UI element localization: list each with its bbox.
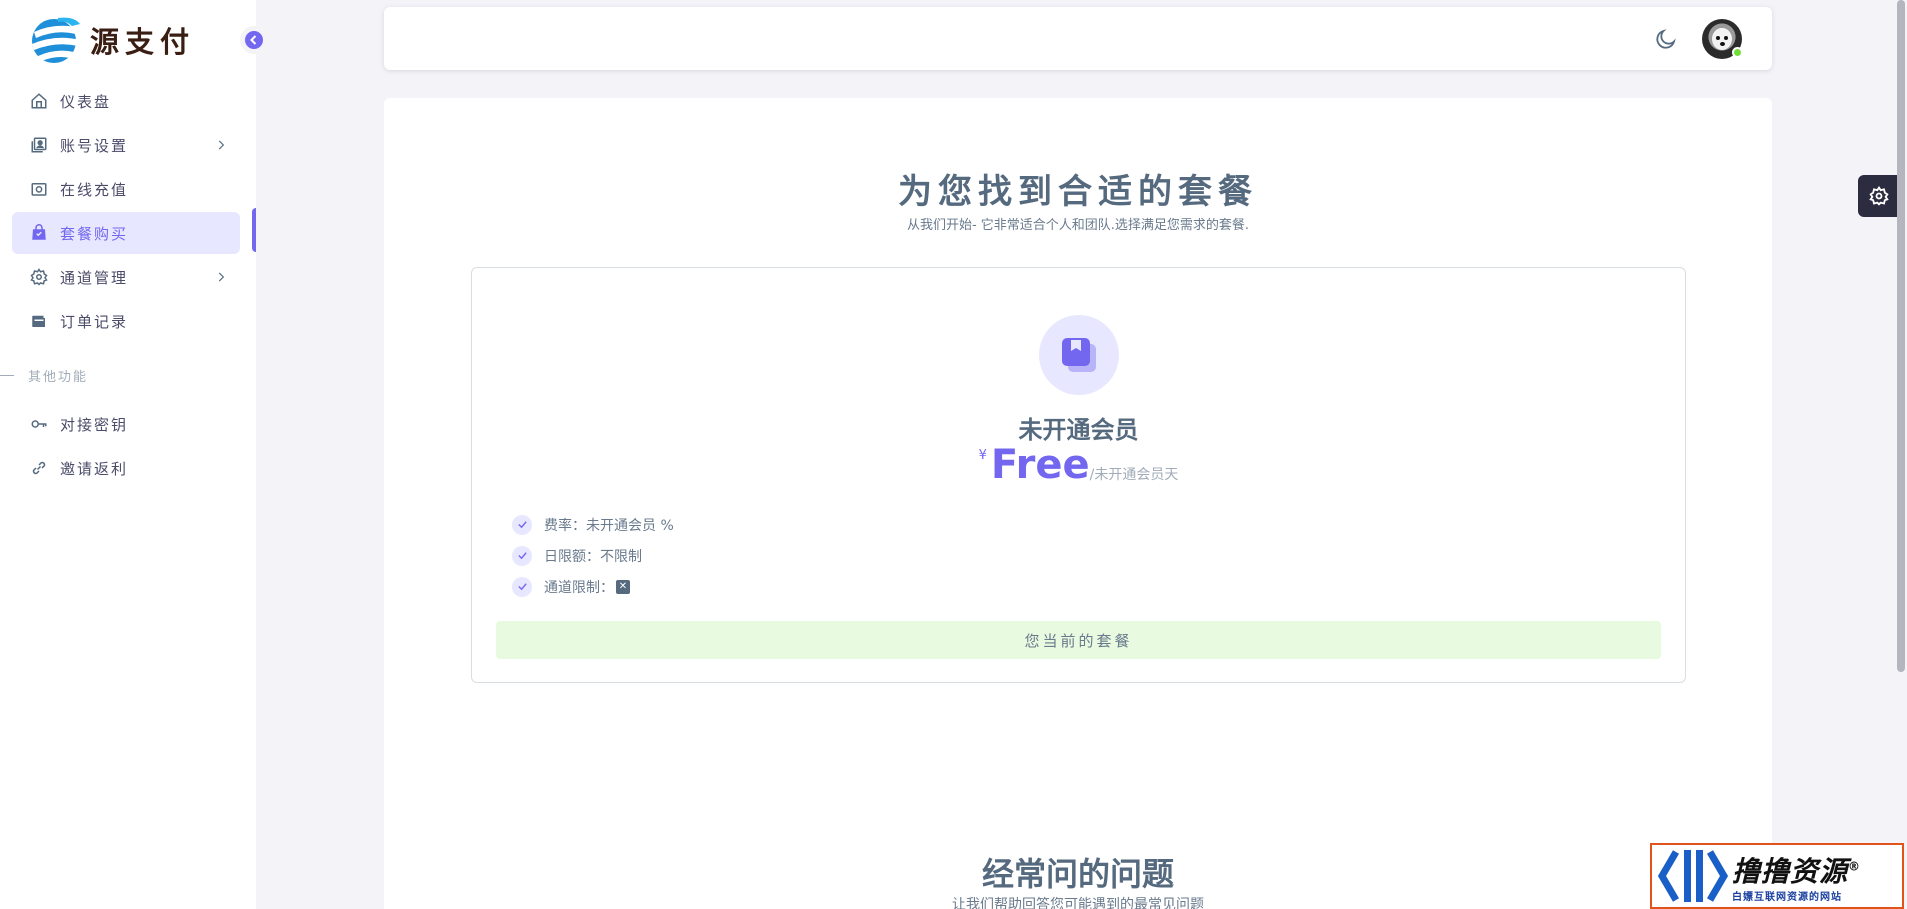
watermark-logo-icon [1657, 850, 1729, 902]
sidebar-collapse-button[interactable] [240, 26, 268, 54]
feature-item: 通道限制： ✕ [512, 571, 674, 602]
chevron-right-icon [218, 140, 225, 150]
avatar-nose [1720, 42, 1725, 46]
plan-icon-circle [1039, 315, 1119, 395]
page-scrollbar[interactable] [1897, 0, 1905, 672]
faq-title: 经常问的问题 [981, 855, 1174, 893]
plan-card: 未开通会员 ¥ Free /未开通会员天 费率： 未开通会员 % 日限额： 不限… [471, 267, 1686, 683]
feature-label: 费率： [544, 517, 586, 534]
currency-symbol: ¥ [978, 448, 987, 463]
sidebar-item-label: 账号设置 [60, 136, 129, 155]
sidebar: 源支付 仪表盘 账号设置 在线充值 套餐购买 通道管理 订单记录 其他功能 对接… [0, 0, 256, 909]
sidebar-menu-other: 对接密钥 邀请返利 [12, 403, 240, 491]
pricing-card: 为您找到合适的套餐 从我们开始- 它非常适合个人和团队.选择满足您需求的套餐. … [384, 98, 1772, 909]
feature-value: 不限制 [600, 548, 642, 565]
gear-icon [30, 268, 48, 286]
plan-price: ¥ Free /未开通会员天 [472, 440, 1685, 490]
avatar-face [1712, 28, 1732, 50]
plan-features: 费率： 未开通会员 % 日限额： 不限制 通道限制： ✕ [512, 509, 674, 602]
feature-label: 通道限制： [544, 579, 614, 596]
brand-name: 源支付 [90, 25, 196, 59]
chevron-right-icon [218, 272, 225, 282]
watermark-subtitle: 白嫖互联网资源的网站 [1732, 891, 1842, 903]
avatar-eye [1716, 36, 1720, 40]
check-icon [512, 545, 532, 566]
sidebar-item-channel-management[interactable]: 通道管理 [12, 256, 240, 298]
feature-value: 未开通会员 % [586, 517, 674, 534]
sidebar-item-label: 仪表盘 [60, 92, 112, 111]
brand-logo[interactable]: 源支付 [28, 14, 195, 66]
link-icon [30, 459, 48, 477]
page-subtitle: 从我们开始- 它非常适合个人和团队.选择满足您需求的套餐. [906, 218, 1250, 233]
section-divider [0, 375, 14, 376]
menu-section-header: 其他功能 [0, 366, 88, 385]
sidebar-menu: 仪表盘 账号设置 在线充值 套餐购买 通道管理 订单记录 [12, 80, 240, 344]
sidebar-item-package-purchase[interactable]: 套餐购买 [12, 212, 240, 254]
watermark-texts: 撸撸资源® 白嫖互联网资源的网站 [1732, 850, 1861, 903]
sidebar-item-label: 通道管理 [60, 268, 129, 287]
sidebar-item-order-records[interactable]: 订单记录 [12, 300, 240, 342]
feature-item: 日限额： 不限制 [512, 540, 674, 571]
feature-item: 费率： 未开通会员 % [512, 509, 674, 540]
watermark-banner: 撸撸资源® 白嫖互联网资源的网站 [1650, 843, 1904, 909]
theme-customizer-button[interactable] [1858, 175, 1900, 217]
user-card-icon [30, 136, 48, 154]
price-amount: Free [990, 442, 1090, 488]
sidebar-item-label: 在线充值 [60, 180, 129, 199]
moon-icon[interactable] [1654, 27, 1678, 51]
sidebar-item-online-recharge[interactable]: 在线充值 [12, 168, 240, 210]
wallet-icon [30, 312, 48, 330]
sidebar-item-label: 订单记录 [60, 312, 129, 331]
sidebar-item-dashboard[interactable]: 仪表盘 [12, 80, 240, 122]
check-icon [512, 576, 532, 597]
watermark-title: 撸撸资源 [1732, 854, 1849, 888]
avatar-eye [1724, 36, 1728, 40]
current-plan-button[interactable]: 您当前的套餐 [496, 621, 1661, 659]
sidebar-item-label: 套餐购买 [60, 224, 129, 243]
price-period: /未开通会员天 [1089, 467, 1179, 483]
chevron-left-icon [250, 35, 257, 45]
page-title: 为您找到合适的套餐 [898, 172, 1258, 212]
gear-icon [1869, 186, 1889, 206]
active-menu-indicator [252, 208, 256, 252]
faq-subtitle: 让我们帮助回答您可能遇到的最常见问题 [952, 897, 1204, 909]
sidebar-item-label: 对接密钥 [60, 415, 129, 434]
sidebar-item-label: 邀请返利 [60, 459, 129, 478]
top-navbar [384, 7, 1772, 70]
bookmark-box-icon [1062, 338, 1096, 372]
sidebar-item-account-settings[interactable]: 账号设置 [12, 124, 240, 166]
x-box-icon: ✕ [616, 579, 630, 594]
watermark-main-text: 撸撸资源® [1732, 850, 1861, 890]
check-icon [512, 514, 532, 535]
registered-mark: ® [1848, 859, 1862, 874]
globe-logo-icon [32, 17, 80, 63]
key-icon [30, 415, 48, 433]
home-icon [30, 92, 48, 110]
camera-icon [30, 180, 48, 198]
shopping-bag-icon [30, 224, 48, 242]
sidebar-item-invite-rebate[interactable]: 邀请返利 [12, 447, 240, 489]
section-header-label: 其他功能 [28, 370, 89, 385]
online-status-dot [1732, 47, 1743, 58]
sidebar-item-api-key[interactable]: 对接密钥 [12, 403, 240, 445]
user-avatar[interactable] [1702, 19, 1743, 59]
feature-label: 日限额： [544, 548, 600, 565]
